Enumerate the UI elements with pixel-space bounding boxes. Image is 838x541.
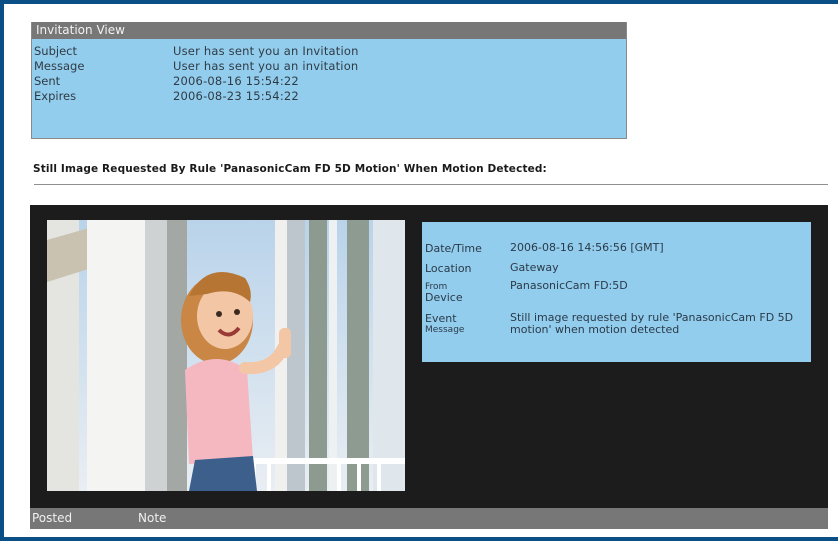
sent-value: 2006-08-16 15:54:22 — [173, 74, 299, 88]
invitation-panel: Invitation View Subject User has sent yo… — [31, 22, 627, 139]
subject-value: User has sent you an Invitation — [173, 44, 359, 58]
event-details: Date/Time 2006-08-16 14:56:56 [GMT] Loca… — [422, 222, 811, 362]
message-label: Message — [425, 325, 465, 335]
expires-label: Expires — [34, 89, 77, 103]
invitation-details: Subject User has sent you an Invitation … — [32, 39, 626, 104]
sent-row: Sent 2006-08-16 15:54:22 — [32, 74, 626, 89]
rule-heading: Still Image Requested By Rule 'Panasonic… — [33, 163, 547, 175]
expires-value: 2006-08-23 15:54:22 — [173, 89, 299, 103]
expires-row: Expires 2006-08-23 15:54:22 — [32, 89, 626, 104]
from-value: PanasonicCam FD:5D — [510, 279, 628, 292]
event-label: Event — [425, 312, 457, 325]
location-label: Location — [425, 262, 472, 275]
still-image-illustration — [47, 220, 405, 491]
posted-column-header: Posted — [32, 511, 73, 525]
subject-label: Subject — [34, 44, 77, 58]
datetime-value: 2006-08-16 14:56:56 [GMT] — [510, 241, 664, 254]
datetime-label: Date/Time — [425, 242, 482, 255]
divider — [34, 184, 828, 185]
message-label: Message — [34, 59, 85, 73]
invitation-title: Invitation View — [32, 22, 626, 39]
message-row: Message User has sent you an invitation — [32, 59, 626, 74]
location-value: Gateway — [510, 261, 559, 274]
notes-header: Posted Note — [30, 508, 828, 529]
device-label: Device — [425, 291, 463, 304]
event-value: Still image requested by rule 'Panasonic… — [510, 311, 794, 336]
still-image[interactable] — [47, 220, 405, 491]
note-column-header: Note — [138, 511, 167, 525]
message-value: User has sent you an invitation — [173, 59, 359, 73]
sent-label: Sent — [34, 74, 61, 88]
subject-row: Subject User has sent you an Invitation — [32, 44, 626, 59]
